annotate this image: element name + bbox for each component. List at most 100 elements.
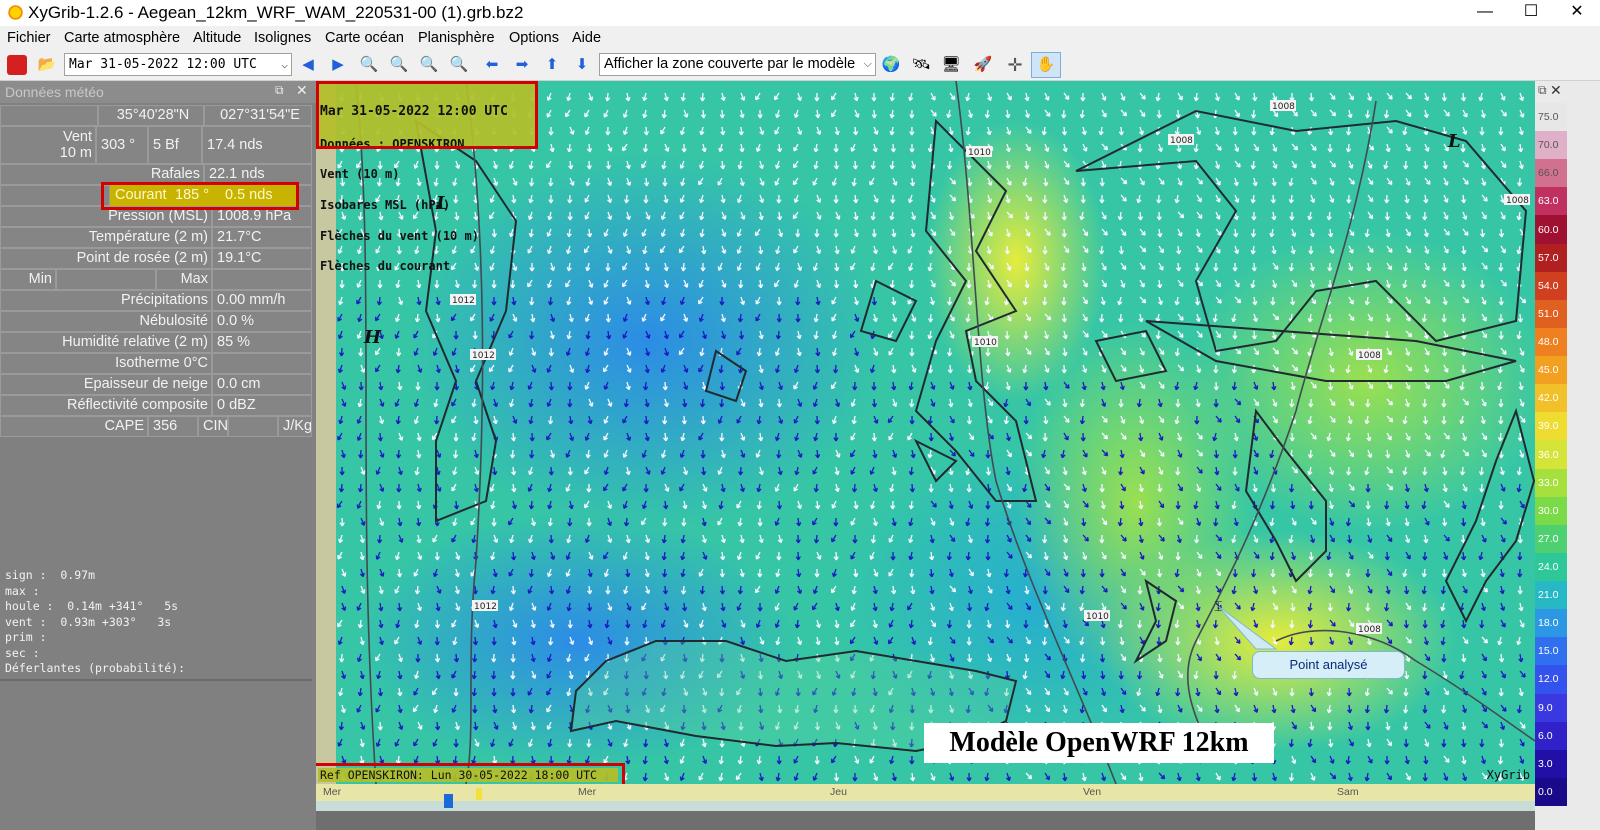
zoom-all-icon[interactable]: 🔍	[448, 54, 470, 76]
float-panel-icon[interactable]: ⧉	[275, 83, 284, 98]
legend-tick-label: 27.0	[1538, 532, 1559, 545]
arrow-right-icon[interactable]: ➡	[511, 54, 533, 76]
menu-isolignes[interactable]: Isolignes	[254, 29, 311, 47]
xygrib-app-icon	[7, 4, 24, 21]
zoom-selection-icon[interactable]: 🔍	[418, 54, 440, 76]
legend-tick-label: 45.0	[1538, 364, 1559, 377]
legend-tick-label: 42.0	[1538, 392, 1559, 405]
legend-tick-label: 18.0	[1538, 617, 1559, 630]
chevron-down-icon: ⌵	[863, 58, 872, 70]
wave-info-line: houle : 0.14m +341° 5s	[5, 599, 179, 613]
current-highlight-box	[101, 182, 299, 210]
wind-speed-value: 17.4 nds	[202, 126, 312, 164]
menu-carte-atmosphere[interactable]: Carte atmosphère	[64, 29, 180, 47]
humidity-value: 85 %	[212, 332, 312, 353]
globe-icon[interactable]: 🌍	[880, 54, 902, 76]
title-bar: XyGrib-1.2.6 - Aegean_12km_WRF_WAM_22053…	[0, 0, 1600, 26]
legend-tick-label: 57.0	[1538, 251, 1559, 264]
point-analyse-callout: Point analysé	[1252, 651, 1405, 679]
toolbar: 📂 Mar 31-05-2022 12:00 UTC ⌵ ◀ ▶ 🔍 🔍 🔍 🔍…	[0, 50, 1600, 81]
menu-aide[interactable]: Aide	[572, 29, 601, 47]
isotherm-label: Isotherme 0°C	[0, 353, 212, 374]
close-panel-icon[interactable]: ✕	[296, 82, 308, 99]
legend-close-icon[interactable]: ✕	[1550, 82, 1562, 99]
chevron-down-icon: ⌵	[281, 58, 288, 71]
color-legend: ⧉ ✕ 75.0 70.0 66.0 63.0 60.0 57.0 54.0 51.0 48.0…	[1535, 81, 1600, 830]
legend-tick-label: 24.0	[1538, 560, 1559, 573]
pan-hand-icon[interactable]: ✋	[1031, 52, 1061, 78]
coord-blank	[0, 105, 98, 126]
map-info-wind-arrows: Flèches du vent (10 m)	[320, 228, 479, 243]
server-icon[interactable]: 🖥	[940, 54, 962, 76]
isobar-label: 1008	[1358, 625, 1381, 635]
date-select[interactable]: Mar 31-05-2022 12:00 UTC ⌵	[64, 53, 292, 76]
menu-altitude[interactable]: Altitude	[193, 29, 241, 47]
menu-fichier[interactable]: Fichier	[7, 29, 51, 47]
arrow-down-icon[interactable]: ⬇	[571, 54, 593, 76]
menu-carte-ocean[interactable]: Carte océan	[325, 29, 404, 47]
minimize-button[interactable]: —	[1462, 0, 1508, 26]
day-label: Mer	[323, 786, 342, 798]
timeline-ruler	[316, 801, 1535, 811]
menu-planisphere[interactable]: Planisphère	[418, 29, 495, 47]
legend-tick-label: 70.0	[1538, 139, 1559, 152]
day-label: Ven	[1083, 786, 1102, 798]
day-label: Jeu	[830, 786, 847, 798]
timeline-bar[interactable]: Mer Mer Jeu Ven Sam	[316, 784, 1535, 830]
precipitation-value: 0.00 mm/h	[212, 290, 312, 311]
quit-icon[interactable]	[7, 55, 27, 75]
maximize-button[interactable]: ☐	[1508, 0, 1554, 26]
download-icon[interactable]: 🛰	[910, 54, 932, 76]
legend-tick-label: 63.0	[1538, 195, 1559, 208]
timeline-marker	[476, 788, 482, 800]
timeline-cursor[interactable]	[444, 794, 453, 808]
cin-label: CIN	[198, 416, 228, 437]
wind-label-line1: Vent	[62, 129, 92, 145]
date-select-value: Mar 31-05-2022 12:00 UTC	[69, 57, 257, 72]
current-row-blank	[0, 185, 110, 206]
weather-map[interactable]: 1008 1008 1010 1008 1012 1012 1010 1008 1012 1010…	[316, 81, 1535, 784]
legend-scale: 75.0 70.0 66.0 63.0 60.0 57.0 54.0 51.0 48.0 45.0…	[1535, 103, 1567, 807]
zone-select-value: Afficher la zone couverte par le modèle	[604, 56, 856, 72]
isobar-label: 1008	[1170, 136, 1193, 146]
humidity-label: Humidité relative (2 m)	[0, 332, 212, 353]
zoom-out-icon[interactable]: 🔍	[388, 54, 410, 76]
menu-bar: Fichier Carte atmosphère Altitude Isolig…	[0, 27, 1600, 49]
dew-point-value: 19.1°C	[212, 248, 312, 269]
isobar-label: 1008	[1358, 351, 1381, 361]
rocket-icon[interactable]: 🚀	[972, 54, 994, 76]
open-file-icon[interactable]: 📂	[36, 54, 58, 76]
isobar-label: 1012	[474, 602, 497, 612]
legend-tick-label: 12.0	[1538, 673, 1559, 686]
zoom-in-icon[interactable]: 🔍	[358, 54, 380, 76]
close-window-button[interactable]: ✕	[1554, 0, 1600, 26]
legend-float-icon[interactable]: ⧉	[1538, 83, 1547, 98]
wave-info-line: prim :	[5, 630, 47, 644]
model-label: Modèle OpenWRF 12km	[924, 723, 1274, 763]
wave-info-line: vent : 0.93m +303° 3s	[5, 614, 172, 629]
wind-direction-value: 303 °	[96, 126, 148, 164]
panel-separator	[0, 679, 312, 681]
arrow-up-icon[interactable]: ⬆	[541, 54, 563, 76]
legend-tick-label: 39.0	[1538, 420, 1559, 433]
isotherm-value	[212, 353, 312, 374]
dew-point-label: Point de rosée (2 m)	[0, 248, 212, 269]
arrow-left-icon[interactable]: ⬅	[481, 54, 503, 76]
map-info-current-arrows: Flèches du courant	[320, 259, 451, 274]
window-title: XyGrib-1.2.6 - Aegean_12km_WRF_WAM_22053…	[28, 3, 524, 22]
wind-beaufort-value: 5 Bf	[148, 126, 202, 164]
longitude-value: 027°31'54"E	[204, 105, 312, 126]
isobar-label: 1010	[1086, 612, 1109, 622]
legend-tick-label: 66.0	[1538, 167, 1559, 180]
cloud-cover-value: 0.0 %	[212, 311, 312, 332]
next-date-icon[interactable]: ▶	[327, 54, 349, 76]
previous-date-icon[interactable]: ◀	[297, 54, 319, 76]
menu-options[interactable]: Options	[509, 29, 559, 47]
map-info-isobars: Isobares MSL (hPa)	[320, 198, 451, 213]
crosshair-icon[interactable]: ✛	[1004, 54, 1026, 76]
wave-info-line: sec :	[5, 645, 40, 660]
max-value	[212, 269, 312, 290]
zone-select[interactable]: Afficher la zone couverte par le modèle …	[599, 53, 876, 76]
wave-info-line: sign : 0.97m	[5, 568, 96, 582]
snow-depth-label: Epaisseur de neige	[0, 374, 212, 395]
